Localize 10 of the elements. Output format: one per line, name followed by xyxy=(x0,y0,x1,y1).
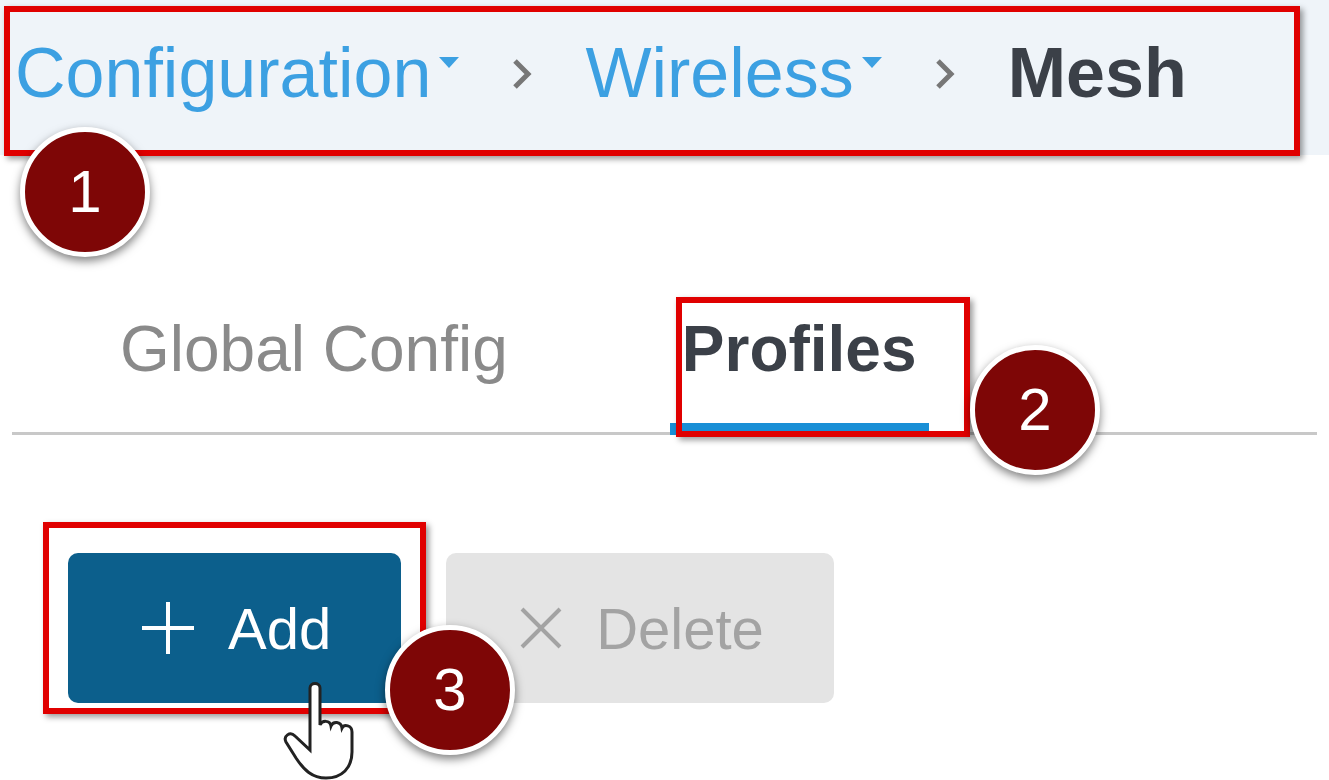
tab[interactable]: Global Config xyxy=(108,301,520,435)
breadcrumb-link[interactable]: Wireless xyxy=(585,21,854,126)
breadcrumb-current: Mesh xyxy=(1007,33,1187,114)
chevron-right-icon xyxy=(933,56,956,91)
tab[interactable]: Profiles xyxy=(669,301,929,435)
caret-down-icon[interactable] xyxy=(439,56,460,69)
add-button[interactable]: Add xyxy=(68,553,402,703)
caret-down-icon[interactable] xyxy=(861,56,882,69)
breadcrumb-link[interactable]: Configuration xyxy=(15,21,432,126)
chevron-right-icon xyxy=(511,56,534,91)
